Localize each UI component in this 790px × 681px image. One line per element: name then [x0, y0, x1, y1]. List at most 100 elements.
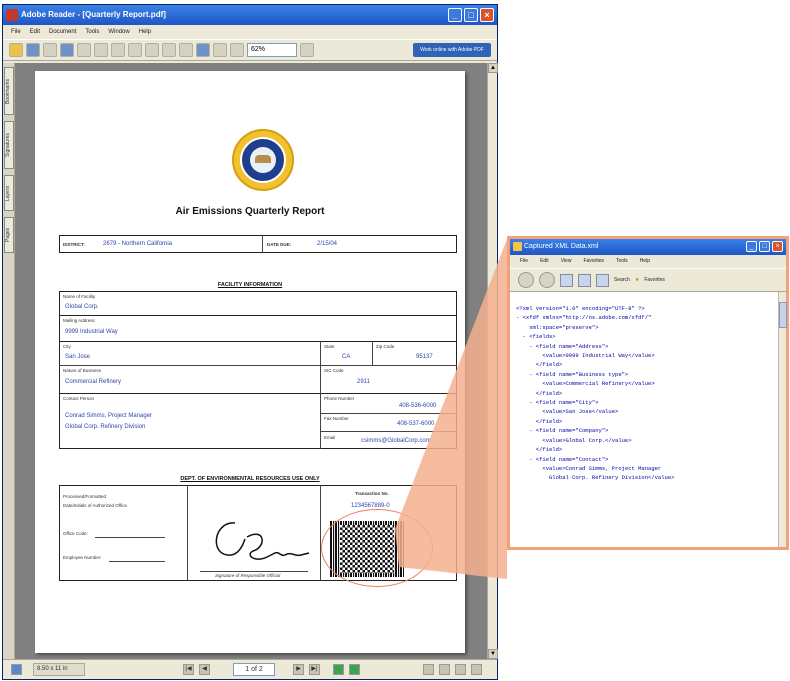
email-icon[interactable]: [60, 43, 74, 57]
xml-line: <value>9999 Industrial Way</value>: [516, 352, 655, 360]
sic-code-field[interactable]: 2911: [357, 379, 370, 385]
reader-title: Adobe Reader - [Quarterly Report.pdf]: [21, 10, 166, 19]
xml-menu-tools[interactable]: Tools: [616, 255, 628, 268]
scroll-up-arrow-icon[interactable]: ▲: [488, 63, 498, 73]
authorized-office-label: Date/Initials of Authorized Office: [63, 503, 127, 508]
work-online-button[interactable]: Work online with Adobe PDF: [413, 43, 491, 57]
callout-wedge: [395, 239, 507, 579]
save-icon[interactable]: [26, 43, 40, 57]
zoom-tool-icon[interactable]: [145, 43, 159, 57]
xml-scroll-thumb[interactable]: [779, 302, 787, 328]
district-label: DISTRICT:: [63, 242, 85, 247]
signature-caption: Signature of Responsible Official: [215, 573, 281, 578]
last-page-icon[interactable]: ▶|: [309, 664, 320, 675]
next-page-icon[interactable]: ▶: [293, 664, 304, 675]
continuous-facing-view-icon[interactable]: [471, 664, 482, 675]
previous-page-icon[interactable]: ◀: [199, 664, 210, 675]
xml-line: <value>San Jose</value>: [516, 408, 619, 416]
snapshot-icon[interactable]: [128, 43, 142, 57]
xml-close-button[interactable]: ×: [772, 241, 783, 252]
menu-help[interactable]: Help: [139, 25, 151, 39]
business-type-field[interactable]: Commercial Refinery: [65, 379, 121, 385]
favorites-star-icon[interactable]: ★: [635, 277, 639, 283]
xml-line: </field>: [516, 361, 563, 369]
open-folder-icon[interactable]: [9, 43, 23, 57]
go-back-icon[interactable]: [333, 664, 344, 675]
close-button[interactable]: ×: [480, 8, 494, 22]
zoom-out-icon[interactable]: [162, 43, 176, 57]
xml-minimize-button[interactable]: _: [746, 241, 757, 252]
select-text-icon[interactable]: [111, 43, 125, 57]
email-label: Email: [324, 435, 336, 440]
signature-image: [215, 522, 310, 560]
transaction-no-field[interactable]: 1234567889-0: [351, 503, 390, 509]
menu-tools[interactable]: Tools: [85, 25, 99, 39]
tab-layers[interactable]: Layers: [4, 175, 14, 211]
menu-file[interactable]: File: [11, 25, 21, 39]
info-icon[interactable]: [11, 664, 22, 675]
search-binoculars-icon[interactable]: [77, 43, 91, 57]
zoom-in-icon[interactable]: [230, 43, 244, 57]
transaction-no-label: Transaction No.: [355, 491, 389, 496]
menu-window[interactable]: Window: [108, 25, 129, 39]
xml-line: Global Corp. Refinery Division</value>: [516, 474, 675, 482]
mailing-address-field[interactable]: 9999 Industrial Way: [65, 329, 118, 335]
reader-statusbar: 8.50 x 11 in |◀ ◀ 1 of 2 ▶ ▶|: [3, 659, 497, 679]
xml-menu-view[interactable]: View: [561, 255, 572, 268]
fit-width-icon[interactable]: [213, 43, 227, 57]
xml-file-icon: [513, 242, 522, 251]
xml-toolbar: Search ★ Favorites: [510, 268, 786, 292]
xml-content-pane[interactable]: <?xml version="1.0" encoding="UTF-8" ?> …: [510, 292, 778, 547]
xml-line: <?xml version="1.0" encoding="UTF-8" ?>: [516, 305, 645, 312]
contact-person-field[interactable]: Conrad Simms, Project Manager: [65, 413, 152, 419]
xml-menu-file[interactable]: File: [520, 255, 528, 268]
district-field[interactable]: 2679 - Northern California: [103, 241, 172, 247]
zoom-level-field[interactable]: 62%: [247, 43, 297, 57]
facing-view-icon[interactable]: [455, 664, 466, 675]
single-page-view-icon[interactable]: [423, 664, 434, 675]
xml-menu-edit[interactable]: Edit: [540, 255, 549, 268]
menu-document[interactable]: Document: [49, 25, 76, 39]
first-page-icon[interactable]: |◀: [183, 664, 194, 675]
xml-menu-help[interactable]: Help: [640, 255, 650, 268]
tab-bookmarks[interactable]: Bookmarks: [4, 67, 14, 115]
print-icon[interactable]: [43, 43, 57, 57]
forward-icon[interactable]: [539, 272, 555, 288]
refresh-icon[interactable]: [578, 273, 591, 287]
scroll-down-arrow-icon[interactable]: ▼: [488, 649, 498, 659]
home-icon[interactable]: [596, 273, 609, 287]
actual-size-icon[interactable]: [179, 43, 193, 57]
stop-icon[interactable]: [560, 273, 573, 287]
minimize-button[interactable]: _: [448, 8, 462, 22]
company-name-field[interactable]: Global Corp.: [65, 304, 99, 310]
menu-edit[interactable]: Edit: [30, 25, 40, 39]
state-field[interactable]: CA: [342, 354, 350, 360]
favorites-button[interactable]: Favorites: [644, 277, 665, 283]
contact-division-field[interactable]: Global Corp. Refinery Division: [65, 424, 145, 430]
back-icon[interactable]: [518, 272, 534, 288]
go-forward-icon[interactable]: [349, 664, 360, 675]
office-code-label: Office Code:: [63, 531, 88, 536]
date-due-label: DATE DUE:: [267, 242, 292, 247]
tab-pages[interactable]: Pages: [4, 217, 14, 253]
xml-line: - <field name="Business type">: [516, 370, 629, 378]
reader-menubar: File Edit Document Tools Window Help: [3, 25, 497, 39]
xml-line: xml:space="preserve">: [516, 323, 599, 331]
date-due-field[interactable]: 2/15/04: [317, 241, 337, 247]
xml-menu-favorites[interactable]: Favorites: [583, 255, 604, 268]
xml-line: </field>: [516, 446, 563, 454]
xml-vertical-scrollbar[interactable]: [778, 292, 787, 547]
page-size-display: 8.50 x 11 in: [33, 663, 85, 676]
navigation-tabs: Bookmarks Signatures Layers Pages: [3, 63, 15, 659]
adobe-reader-icon: [6, 9, 18, 21]
search-button[interactable]: Search: [614, 277, 630, 283]
tab-signatures[interactable]: Signatures: [4, 121, 14, 169]
fit-page-icon[interactable]: [196, 43, 210, 57]
city-field[interactable]: San Jose: [65, 354, 90, 360]
xml-maximize-button[interactable]: □: [759, 241, 770, 252]
page-number-field[interactable]: 1 of 2: [233, 663, 275, 676]
continuous-view-icon[interactable]: [439, 664, 450, 675]
hand-tool-icon[interactable]: [94, 43, 108, 57]
maximize-button[interactable]: □: [464, 8, 478, 22]
help-icon[interactable]: [300, 43, 314, 57]
